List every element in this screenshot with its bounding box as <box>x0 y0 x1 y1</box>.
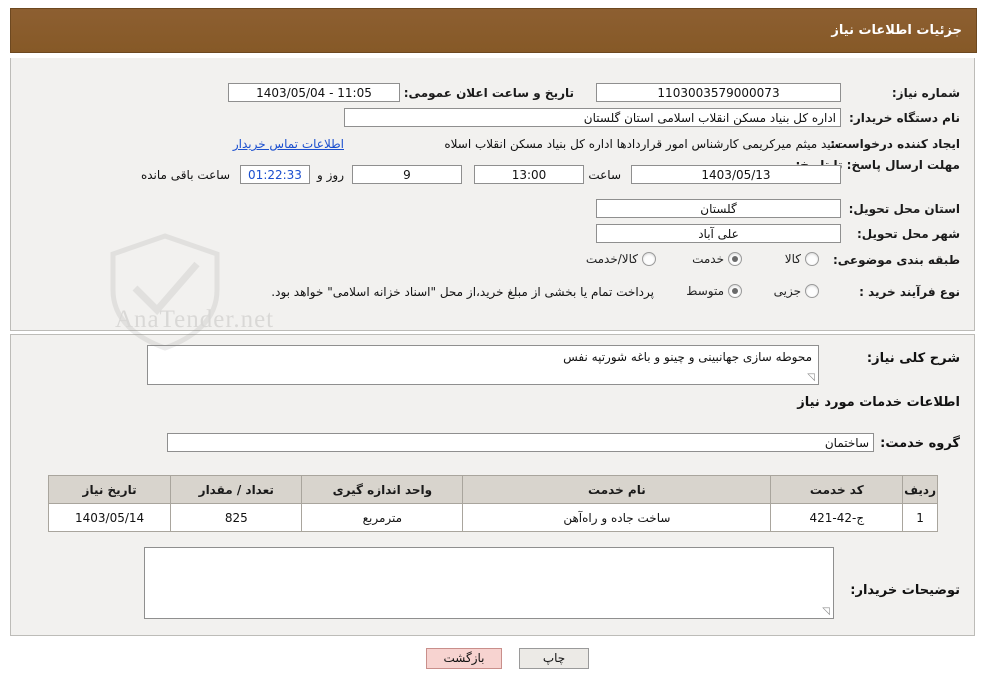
services-title: اطلاعات خدمات مورد نیاز <box>797 395 960 410</box>
radio-label: خدمت <box>692 252 724 266</box>
buyer-org-value: اداره کل بنیاد مسکن انقلاب اسلامی استان … <box>344 108 841 127</box>
th-code: کد خدمت <box>770 475 904 504</box>
overview-label: شرح کلی نیاز: <box>866 351 960 366</box>
page-root: جزئیات اطلاعات نیاز AnaTender.net شماره … <box>0 0 985 691</box>
cell-qty: 825 <box>170 503 303 532</box>
cell-name: ساخت جاده و راه‌آهن <box>462 503 772 532</box>
radio-category-kala-khedmat[interactable]: کالا/خدمت <box>586 252 656 266</box>
page-title: جزئیات اطلاعات نیاز <box>831 23 962 38</box>
cell-code: ج-42-421 <box>770 503 904 532</box>
radio-process-motavaset[interactable]: متوسط <box>686 284 742 298</box>
cell-row: 1 <box>902 503 938 532</box>
radio-indicator[interactable] <box>728 284 742 298</box>
requester-label: ایجاد کننده درخواست: <box>830 137 960 151</box>
resize-handle-icon[interactable]: ◹ <box>820 607 830 617</box>
city-value: علی آباد <box>596 224 841 243</box>
process-note: پرداخت تمام یا بخشی از مبلغ خرید،از محل … <box>271 285 654 299</box>
radio-indicator[interactable] <box>805 252 819 266</box>
table-row: 1 ج-42-421 ساخت جاده و راه‌آهن مترمربع 8… <box>47 503 938 532</box>
th-date: تاریخ نیاز <box>47 475 172 504</box>
overview-value: محوطه سازی جهانبینی و چینو و باغه شورتپه… <box>563 350 812 364</box>
service-group-label: گروه خدمت: <box>880 436 960 451</box>
radio-label: جزیی <box>773 284 801 298</box>
back-button[interactable]: بازگشت <box>426 648 502 669</box>
province-label: استان محل تحویل: <box>848 202 960 216</box>
announce-datetime-label: تاریخ و ساعت اعلان عمومی: <box>403 86 574 100</box>
th-row: ردیف <box>902 475 938 504</box>
buyer-org-label: نام دستگاه خریدار: <box>849 111 960 125</box>
deadline-date-value: 1403/05/13 <box>631 165 841 184</box>
overview-textarea[interactable]: محوطه سازی جهانبینی و چینو و باغه شورتپه… <box>147 345 819 385</box>
services-table: ردیف کد خدمت نام خدمت واحد اندازه گیری ت… <box>47 475 938 532</box>
city-label: شهر محل تحویل: <box>856 227 960 241</box>
radio-category-khedmat[interactable]: خدمت <box>692 252 742 266</box>
need-details-section: شرح کلی نیاز: محوطه سازی جهانبینی و چینو… <box>10 334 975 636</box>
buyer-notes-textarea[interactable]: ◹ <box>144 547 834 619</box>
remaining-label: ساعت باقی مانده <box>140 168 230 182</box>
th-unit: واحد اندازه گیری <box>301 475 464 504</box>
service-group-value: ساختمان <box>167 433 874 452</box>
th-qty: تعداد / مقدار <box>170 475 303 504</box>
th-name: نام خدمت <box>462 475 772 504</box>
process-label: نوع فرآیند خرید : <box>859 285 960 299</box>
countdown-value: 01:22:33 <box>240 165 310 184</box>
need-number-value: 1103003579000073 <box>596 83 841 102</box>
cell-unit: مترمربع <box>301 503 464 532</box>
radio-process-jozii[interactable]: جزیی <box>774 284 819 298</box>
deadline-time-value: 13:00 <box>474 165 584 184</box>
need-number-label: شماره نیاز: <box>891 86 960 100</box>
hour-label: ساعت <box>588 168 621 182</box>
days-label: روز و <box>317 168 344 182</box>
radio-label: کالا <box>784 252 801 266</box>
category-label: طبقه بندی موضوعی: <box>832 253 960 267</box>
buyer-contact-link[interactable]: اطلاعات تماس خریدار <box>233 137 344 151</box>
province-value: گلستان <box>596 199 841 218</box>
deadline-label: مهلت ارسال پاسخ: تا تاریخ: <box>795 158 960 172</box>
announce-datetime-value: 11:05 - 1403/05/04 <box>228 83 400 102</box>
cell-date: 1403/05/14 <box>47 503 172 532</box>
radio-indicator[interactable] <box>728 252 742 266</box>
table-header-row: ردیف کد خدمت نام خدمت واحد اندازه گیری ت… <box>47 475 938 504</box>
remaining-days-value: 9 <box>352 165 462 184</box>
resize-handle-icon[interactable]: ◹ <box>805 373 815 383</box>
radio-indicator[interactable] <box>642 252 656 266</box>
radio-label: کالا/خدمت <box>585 252 638 266</box>
buyer-notes-label: توضیحات خریدار: <box>850 583 960 598</box>
print-button[interactable]: چاپ <box>519 648 589 669</box>
radio-category-kala[interactable]: کالا <box>785 252 819 266</box>
requester-value: سید میثم میرکریمی کارشناس امور قراردادها… <box>444 137 841 151</box>
page-header: جزئیات اطلاعات نیاز <box>10 8 977 53</box>
radio-indicator[interactable] <box>805 284 819 298</box>
need-info-panel: شماره نیاز: 1103003579000073 تاریخ و ساع… <box>10 58 975 331</box>
radio-label: متوسط <box>686 284 724 298</box>
